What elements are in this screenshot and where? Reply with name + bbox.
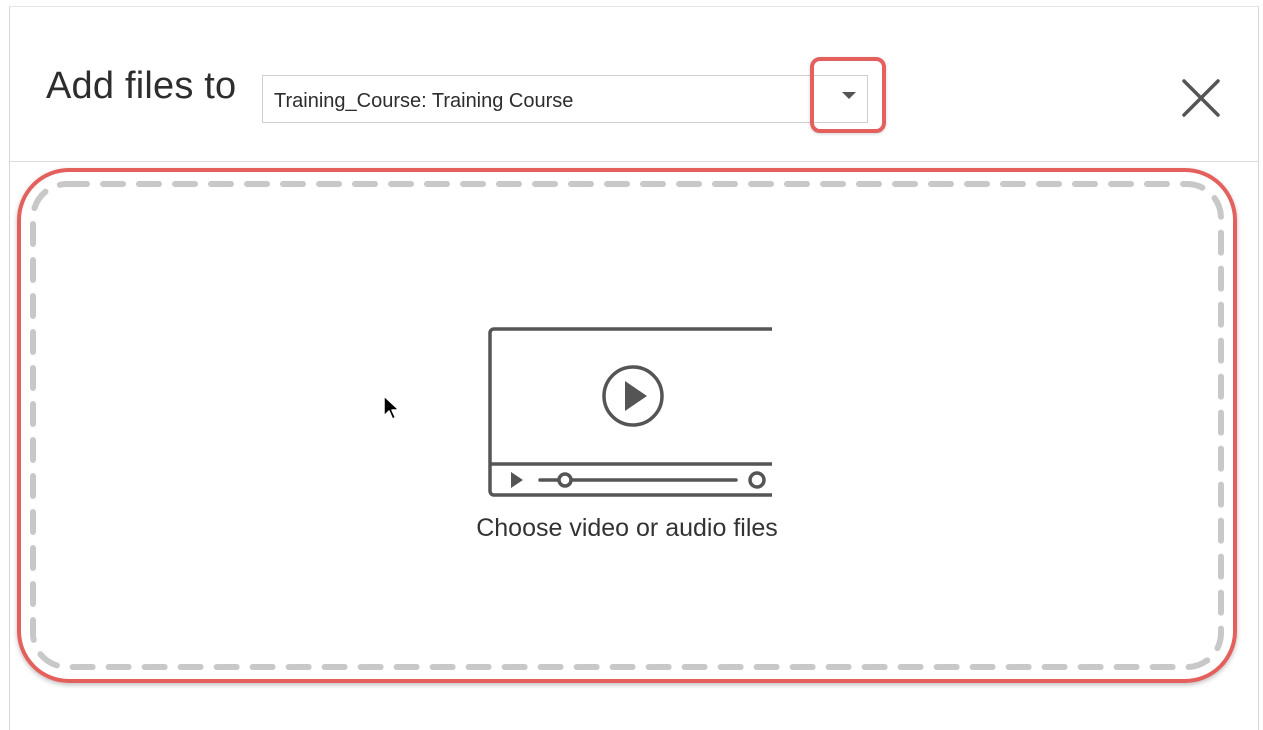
file-dropzone[interactable]: Choose video or audio files: [30, 181, 1224, 670]
select-dropdown-button[interactable]: [810, 57, 886, 133]
choose-files-label[interactable]: Choose video or audio files: [30, 514, 1224, 543]
mouse-cursor-icon: [383, 395, 400, 420]
chevron-down-icon: [842, 92, 856, 99]
video-player-icon: [488, 327, 772, 497]
dialog-title: Add files to: [46, 65, 237, 107]
close-icon: [1182, 79, 1220, 117]
dialog-header: Add files to Training_Course: Training C…: [10, 7, 1258, 162]
close-button[interactable]: [1180, 77, 1222, 119]
destination-select-value: Training_Course: Training Course: [274, 90, 574, 112]
destination-select[interactable]: Training_Course: Training Course: [262, 75, 868, 123]
